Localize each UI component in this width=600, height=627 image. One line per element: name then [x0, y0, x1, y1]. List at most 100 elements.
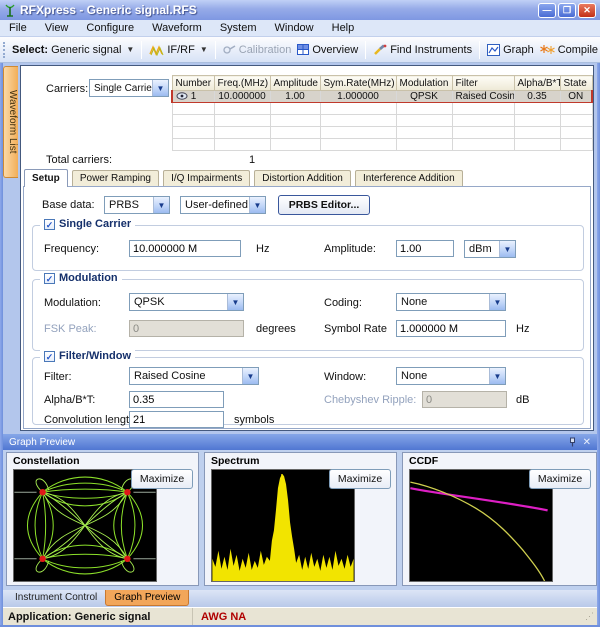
- filter-dropdown[interactable]: Raised Cosine ▼: [129, 367, 259, 385]
- single-carrier-checkbox[interactable]: ✓: [44, 218, 55, 230]
- symbol-rate-unit: Hz: [516, 323, 530, 335]
- convolution-length-label: Convolution length:: [44, 414, 139, 426]
- filter-label: Filter:: [44, 371, 72, 383]
- resize-grip[interactable]: ⋰: [585, 611, 597, 622]
- menu-file[interactable]: File: [0, 22, 36, 34]
- tab-setup[interactable]: Setup: [24, 169, 68, 187]
- ccdf-maximize-button[interactable]: Maximize: [529, 469, 591, 489]
- chevron-down-icon: ▼: [249, 197, 265, 213]
- ccdf-panel: CCDF Maximize: [402, 452, 597, 586]
- menu-waveform[interactable]: Waveform: [143, 22, 211, 34]
- tab-graph-preview[interactable]: Graph Preview: [105, 590, 190, 606]
- chebyshev-ripple-input: [422, 391, 507, 408]
- amplitude-unit-dropdown[interactable]: dBm ▼: [464, 240, 516, 258]
- window-frame-left: [0, 20, 3, 627]
- filter-window-checkbox[interactable]: ✓: [44, 350, 55, 362]
- chebyshev-unit: dB: [516, 394, 530, 406]
- total-carriers-value: 1: [249, 154, 256, 166]
- window-dropdown[interactable]: None ▼: [396, 367, 506, 385]
- tab-interference-addition[interactable]: Interference Addition: [354, 169, 463, 187]
- toolbar-separator: [214, 40, 216, 59]
- fsk-peak-unit: degrees: [256, 323, 296, 335]
- select-application-dropdown[interactable]: Generic signal: [51, 44, 121, 56]
- amplitude-label: Amplitude:: [324, 243, 376, 255]
- menu-window[interactable]: Window: [266, 22, 323, 34]
- constellation-maximize-button[interactable]: Maximize: [131, 469, 193, 489]
- carrier-row-selected[interactable]: 1 10.000000 1.00 1.000000 QPSK Raised Co…: [171, 90, 593, 103]
- table-row[interactable]: [171, 114, 593, 127]
- chevron-down-icon: ▼: [489, 294, 505, 310]
- ifrf-button[interactable]: IF/RF ▼: [146, 44, 210, 56]
- status-bar: Application: Generic signal AWG NA ⋰: [3, 607, 597, 625]
- total-carriers-label: Total carriers:: [46, 154, 113, 166]
- single-carrier-title: Single Carrier: [59, 218, 132, 230]
- menu-view[interactable]: View: [36, 22, 78, 34]
- base-data-label: Base data:: [42, 199, 95, 211]
- table-row[interactable]: [171, 138, 593, 151]
- setup-tab-strip: Setup Power Ramping I/Q Impairments Dist…: [24, 169, 464, 187]
- spectrum-maximize-button[interactable]: Maximize: [329, 469, 391, 489]
- constellation-panel: Constellation Maximize: [6, 452, 199, 586]
- symbol-rate-input[interactable]: [396, 320, 506, 337]
- toolbar-grip[interactable]: [3, 41, 5, 58]
- tab-distortion-addition[interactable]: Distortion Addition: [254, 169, 351, 187]
- modulation-label: Modulation:: [44, 297, 101, 309]
- tab-iq-impairments[interactable]: I/Q Impairments: [163, 169, 251, 187]
- alpha-bt-label: Alpha/B*T:: [44, 394, 96, 406]
- menu-bar: File View Configure Waveform System Wind…: [0, 20, 600, 37]
- menu-configure[interactable]: Configure: [77, 22, 143, 34]
- chevron-down-icon: ▼: [489, 368, 505, 384]
- chevron-down-icon: ▼: [199, 45, 208, 54]
- table-row[interactable]: [171, 126, 593, 139]
- setup-panel: Base data: PRBS ▼ User-defined ▼ PRBS Edit…: [23, 186, 591, 429]
- select-label: Select:: [12, 43, 49, 56]
- frequency-label: Frequency:: [44, 243, 100, 255]
- graph-icon: [487, 43, 501, 56]
- bottom-tab-strip: Instrument Control Graph Preview: [3, 590, 597, 607]
- modulation-group: [32, 279, 584, 351]
- coding-dropdown[interactable]: None ▼: [396, 293, 506, 311]
- alpha-bt-input[interactable]: [129, 391, 224, 408]
- convolution-length-input[interactable]: [129, 411, 224, 428]
- menu-help[interactable]: Help: [323, 22, 364, 34]
- chevron-down-icon: ▼: [499, 241, 515, 257]
- waveform-list-tab[interactable]: Waveform List: [3, 66, 18, 178]
- menu-system[interactable]: System: [211, 22, 266, 34]
- chevron-down-icon[interactable]: ▼: [126, 45, 134, 54]
- base-data-type-dropdown[interactable]: PRBS ▼: [104, 196, 170, 214]
- find-instruments-button[interactable]: Find Instruments: [370, 44, 475, 56]
- chebyshev-ripple-label: Chebyshev Ripple:: [324, 394, 417, 406]
- close-panel-icon[interactable]: ✕: [583, 437, 591, 448]
- title-bar[interactable]: RFXpress - Generic signal.RFS — ❐ ✕: [0, 0, 600, 20]
- pin-icon[interactable]: [568, 437, 577, 447]
- spectrum-panel: Spectrum Maximize: [204, 452, 397, 586]
- modulation-checkbox[interactable]: ✓: [44, 272, 55, 284]
- close-button[interactable]: ✕: [578, 2, 596, 18]
- amplitude-input[interactable]: [396, 240, 454, 257]
- frequency-unit: Hz: [256, 243, 270, 255]
- modulation-dropdown[interactable]: QPSK ▼: [129, 293, 244, 311]
- maximize-button[interactable]: ❐: [558, 2, 576, 18]
- minimize-button[interactable]: —: [538, 2, 556, 18]
- chevron-down-icon: ▼: [242, 368, 258, 384]
- visible-eye-icon[interactable]: [176, 92, 188, 101]
- carriers-table: Number Freq.(MHz) Amplitude Sym.Rate(MHz…: [171, 75, 593, 151]
- overview-button[interactable]: Overview: [294, 44, 361, 56]
- window-title: RFXpress - Generic signal.RFS: [20, 3, 197, 17]
- tab-power-ramping[interactable]: Power Ramping: [71, 169, 159, 187]
- prbs-editor-button[interactable]: PRBS Editor...: [278, 195, 370, 215]
- compile-button[interactable]: Compile ▼: [537, 44, 600, 56]
- graph-button[interactable]: Graph: [484, 43, 537, 56]
- filter-window-title: Filter/Window: [59, 350, 132, 362]
- carrier-mode-dropdown[interactable]: Single Carrier ▼: [89, 79, 169, 97]
- tab-instrument-control[interactable]: Instrument Control: [7, 590, 105, 605]
- graph-preview-header[interactable]: Graph Preview ✕: [3, 434, 597, 450]
- table-row[interactable]: [171, 102, 593, 115]
- status-application: Application: Generic signal: [3, 608, 193, 625]
- calibration-icon: [223, 45, 236, 54]
- toolbar-separator: [141, 40, 143, 59]
- base-data-mode-dropdown[interactable]: User-defined ▼: [180, 196, 266, 214]
- overview-icon: [297, 44, 310, 55]
- frequency-input[interactable]: [129, 240, 241, 257]
- compile-icon: [539, 45, 555, 54]
